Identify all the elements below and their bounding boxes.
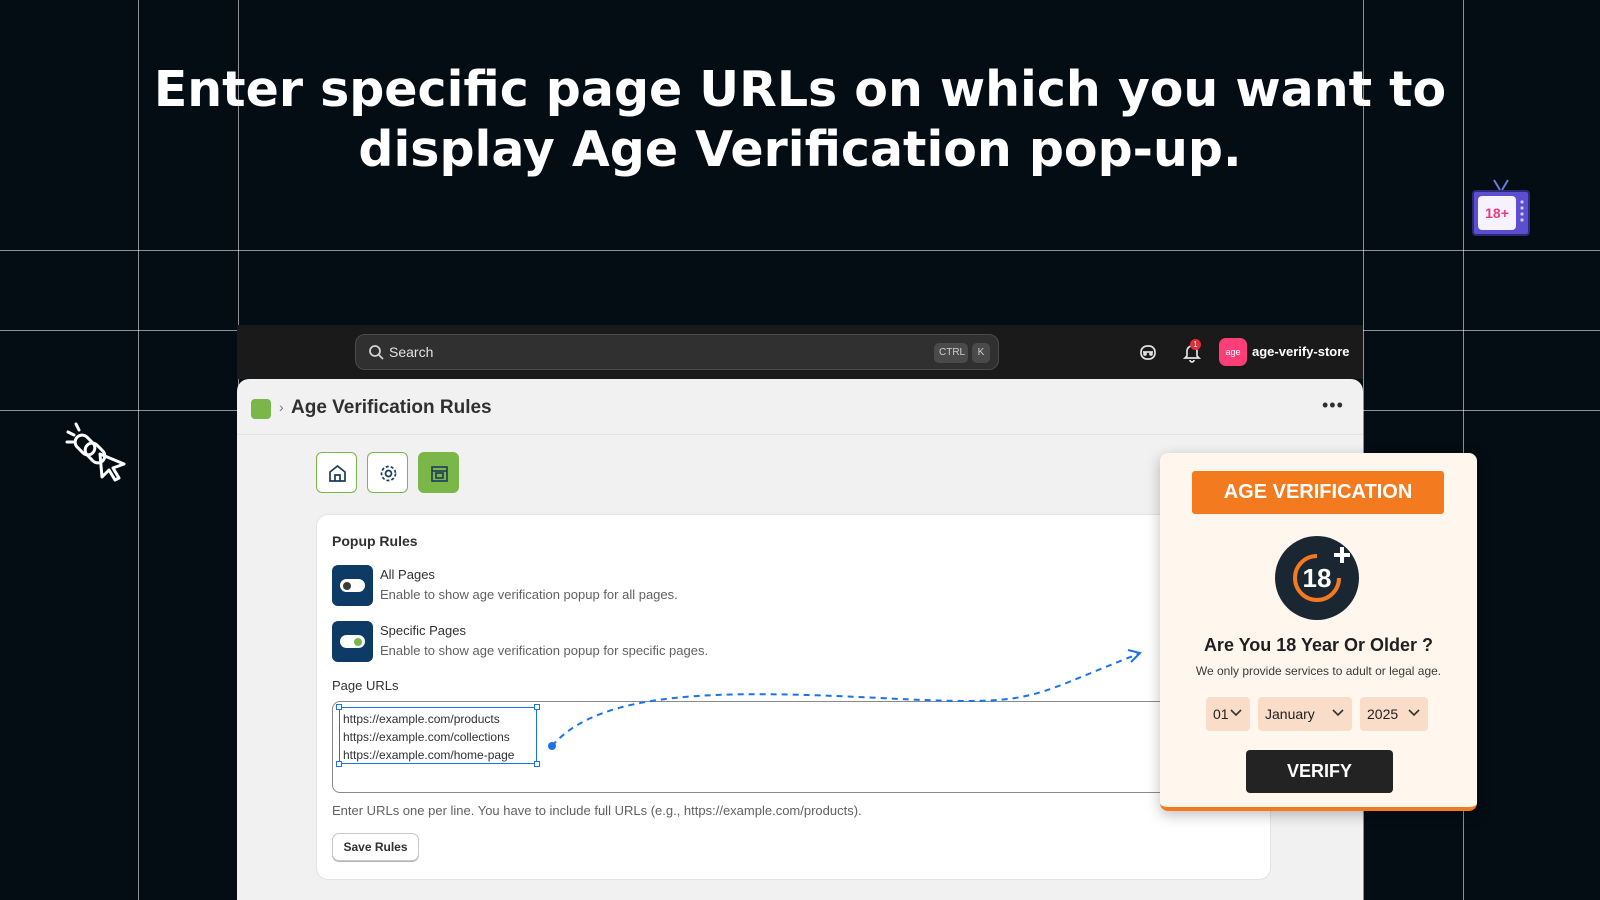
dashed-arrow-icon (548, 649, 1142, 750)
verify-button[interactable]: VERIFY (1246, 750, 1393, 793)
toggle-on-icon (340, 635, 365, 648)
selection-handle[interactable] (534, 761, 540, 767)
page-urls-label: Page URLs (332, 678, 399, 693)
sidekick-icon[interactable] (1137, 341, 1159, 363)
rule-label: All Pages (380, 567, 435, 582)
chevron-down-icon (1230, 709, 1242, 717)
year-select[interactable]: 2025 (1360, 697, 1428, 731)
toggle-knob (343, 582, 351, 590)
urls-help-text: Enter URLs one per line. You have to inc… (332, 803, 862, 818)
page-title: Age Verification Rules (291, 397, 492, 418)
card-title: Popup Rules (332, 533, 418, 549)
tv-icon-label: 18+ (1485, 205, 1509, 221)
title-bar: › Age Verification Rules ••• (237, 379, 1363, 435)
day-select[interactable]: 01 (1206, 697, 1250, 731)
age-question: Are You 18 Year Or Older ? (1203, 635, 1434, 655)
nav-settings-button[interactable] (367, 452, 408, 493)
age-subtitle: We only provide services to adult or leg… (1195, 664, 1442, 678)
year-value: 2025 (1367, 706, 1399, 722)
toggle-knob (354, 638, 362, 646)
specific-pages-toggle[interactable] (332, 621, 373, 662)
day-value: 01 (1213, 706, 1229, 722)
month-select[interactable]: January (1258, 697, 1352, 731)
link-cursor-icon (65, 422, 126, 482)
notification-badge: 1 (1190, 339, 1201, 350)
month-value: January (1265, 706, 1315, 722)
store-avatar[interactable]: age (1219, 338, 1247, 366)
headline-line-2: display Age Verification pop-up. (358, 121, 1242, 178)
age-icon-number: 18 (1303, 563, 1332, 593)
selection-handle[interactable] (336, 704, 342, 710)
search-icon (369, 345, 384, 360)
age-verification-popup: AGE VERIFICATION 18 Are You 18 Year Or O… (1160, 453, 1477, 811)
toggle-off-icon (340, 579, 365, 592)
all-pages-toggle[interactable] (332, 565, 373, 606)
nav-rules-button[interactable] (418, 452, 459, 493)
grid-line (0, 250, 1600, 251)
headline-line-1: Enter specific page URLs on which you wa… (153, 61, 1447, 118)
eighteen-plus-icon: 18 (1275, 536, 1359, 620)
top-bar: Search CTRL K 1 age age-verify-store (237, 325, 1363, 379)
save-rules-button[interactable]: Save Rules (332, 833, 419, 861)
search-input[interactable]: Search CTRL K (355, 334, 999, 370)
shortcut-ctrl-key: CTRL (934, 343, 968, 363)
chevron-down-icon (1332, 709, 1344, 717)
shortcut-k-key: K (972, 343, 990, 363)
selection-handle[interactable] (336, 761, 342, 767)
rule-all-pages: All Pages Enable to show age verificatio… (332, 565, 932, 607)
more-actions-button[interactable]: ••• (1322, 395, 1344, 416)
rules-icon (431, 466, 448, 482)
nav-home-button[interactable] (316, 452, 357, 493)
tv-18-plus-icon: 18+ (1472, 179, 1530, 236)
store-name[interactable]: age-verify-store (1252, 344, 1350, 359)
selection-box (336, 704, 540, 767)
app-logo-icon[interactable] (251, 399, 271, 419)
headline: Enter specific page URLs on which you wa… (0, 60, 1600, 180)
chevron-down-icon (1408, 709, 1420, 717)
gear-icon (380, 465, 397, 482)
home-icon (329, 464, 346, 482)
rule-description: Enable to show age verification popup fo… (380, 587, 678, 602)
popup-title-badge: AGE VERIFICATION (1192, 471, 1444, 514)
search-placeholder: Search (389, 344, 434, 360)
breadcrumb-chevron-icon: › (279, 399, 284, 415)
rule-label: Specific Pages (380, 623, 466, 638)
